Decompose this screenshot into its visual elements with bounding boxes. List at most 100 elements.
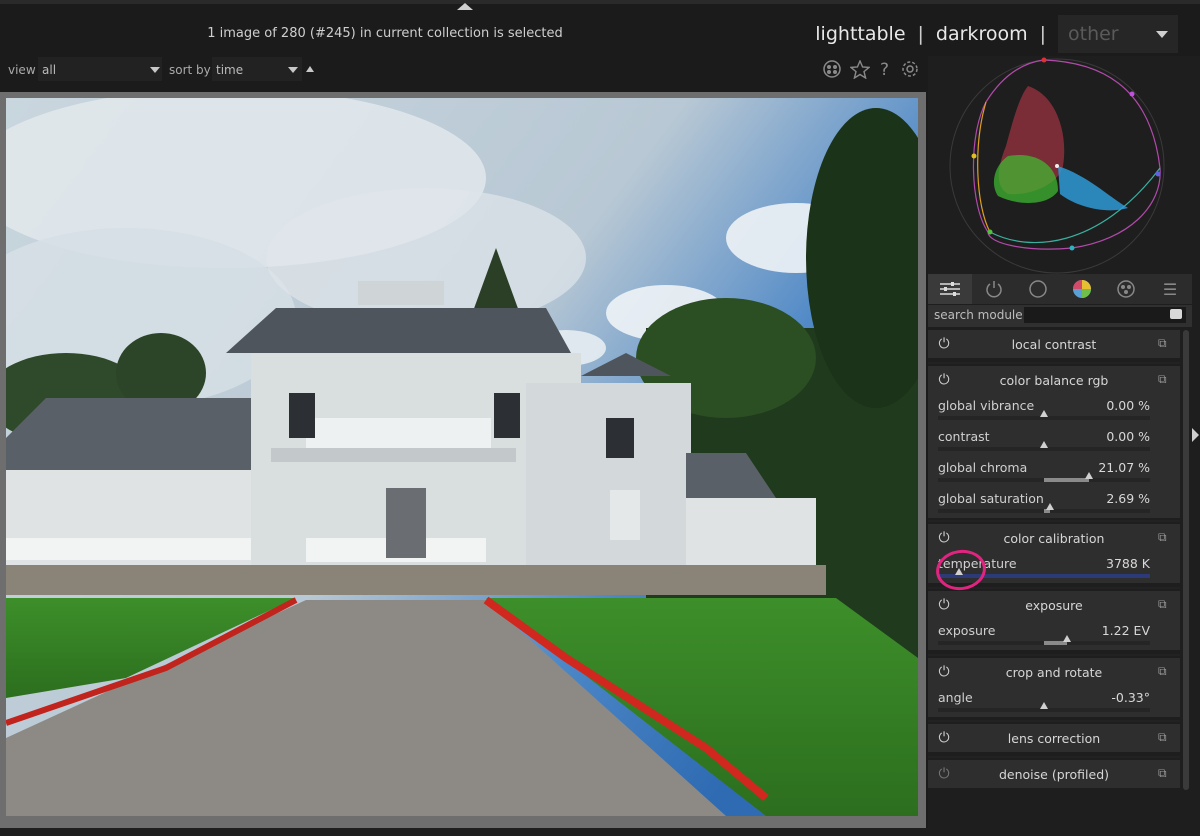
module-divider: [928, 520, 1180, 522]
top-border: [0, 0, 1200, 4]
slider-value[interactable]: 3788 K: [1106, 556, 1150, 571]
slider-track[interactable]: [938, 503, 1150, 513]
slider-value[interactable]: 0.00 %: [1106, 398, 1150, 413]
slider-angle[interactable]: angle -0.33°: [928, 686, 1180, 717]
module-header[interactable]: ⏻ denoise (profiled) ⧉: [928, 760, 1180, 788]
color-labels-icon[interactable]: [823, 60, 841, 82]
module-lens-correction: ⏻ lens correction ⧉: [928, 724, 1180, 752]
preset-icon[interactable]: ⧉: [1158, 597, 1172, 611]
slider-label: global saturation: [938, 491, 1044, 506]
module-header[interactable]: ⏻ local contrast ⧉: [928, 330, 1180, 358]
star-icon[interactable]: [849, 59, 871, 83]
module-divider: [928, 756, 1180, 758]
slider-track[interactable]: [938, 635, 1150, 645]
slider-global-saturation[interactable]: global saturation 2.69 %: [928, 487, 1180, 518]
module-divider: [928, 362, 1180, 364]
chevron-down-icon: [1156, 30, 1168, 38]
view-lighttable[interactable]: lighttable: [815, 23, 905, 45]
preset-icon[interactable]: ⧉: [1158, 766, 1172, 780]
help-icon[interactable]: ?: [880, 60, 889, 80]
color-icon[interactable]: [1060, 274, 1104, 304]
module-divider: [928, 720, 1180, 722]
slider-thumb[interactable]: [1040, 410, 1048, 417]
search-module-label: search module: [934, 308, 1023, 322]
slider-label: global vibrance: [938, 398, 1035, 413]
power-icon[interactable]: [972, 274, 1016, 304]
view-switcher: lighttable | darkroom | other: [815, 14, 1178, 54]
view-separator: |: [917, 23, 924, 45]
slider-label: angle: [938, 690, 973, 705]
module-title: color balance rgb: [999, 373, 1109, 388]
selection-status: 1 image of 280 (#245) in current collect…: [207, 26, 563, 41]
sort-ascending-icon[interactable]: [306, 66, 314, 72]
module-denoise-profiled: ⏻ denoise (profiled) ⧉: [928, 760, 1180, 788]
main-photo[interactable]: [6, 98, 918, 816]
top-panel-toggle-icon[interactable]: [457, 3, 473, 10]
slider-value[interactable]: 1.22 EV: [1102, 623, 1150, 638]
module-header[interactable]: ⏻ exposure ⧉: [928, 591, 1180, 619]
module-exposure: ⏻ exposure ⧉ exposure 1.22 EV: [928, 591, 1180, 650]
effects-icon[interactable]: [1104, 274, 1148, 304]
active-modules-icon[interactable]: [928, 274, 972, 304]
view-other-dropdown[interactable]: other: [1058, 15, 1178, 53]
gear-icon[interactable]: [901, 60, 919, 82]
module-divider: [928, 654, 1180, 656]
vectorscope: [928, 56, 1192, 274]
chevron-down-icon[interactable]: [150, 67, 160, 73]
slider-track[interactable]: [938, 472, 1150, 482]
preset-icon[interactable]: ⧉: [1158, 664, 1172, 678]
sort-by-label: sort by: [169, 63, 211, 77]
slider-label: contrast: [938, 429, 990, 444]
base-icon[interactable]: [1016, 274, 1060, 304]
module-crop-and-rotate: ⏻ crop and rotate ⧉ angle -0.33°: [928, 658, 1180, 717]
preset-icon[interactable]: ⧉: [1158, 336, 1172, 350]
slider-value[interactable]: 21.07 %: [1098, 460, 1150, 475]
slider-track[interactable]: [938, 410, 1150, 420]
view-other: other: [1068, 23, 1119, 45]
slider-thumb[interactable]: [1040, 702, 1048, 709]
module-header[interactable]: ⏻ crop and rotate ⧉: [928, 658, 1180, 686]
module-local-contrast: ⏻ local contrast ⧉: [928, 330, 1180, 358]
view-separator: |: [1039, 23, 1046, 45]
module-header[interactable]: ⏻ lens correction ⧉: [928, 724, 1180, 752]
module-header[interactable]: ⏻ color balance rgb ⧉: [928, 366, 1180, 394]
slider-label: global chroma: [938, 460, 1028, 475]
module-header[interactable]: ⏻ color calibration ⧉: [928, 524, 1180, 552]
slider-global-chroma[interactable]: global chroma 21.07 %: [928, 456, 1180, 487]
view-filter-select[interactable]: [38, 57, 162, 81]
module-title: lens correction: [1007, 731, 1101, 746]
menu-icon[interactable]: ☰: [1148, 274, 1192, 304]
module-title: exposure: [1025, 598, 1083, 613]
view-filter-value: all: [42, 63, 57, 77]
preset-icon[interactable]: ⧉: [1158, 372, 1172, 386]
slider-value[interactable]: -0.33°: [1111, 690, 1150, 705]
search-module-input[interactable]: [1024, 307, 1186, 323]
module-scrollbar[interactable]: [1183, 330, 1189, 790]
slider-contrast[interactable]: contrast 0.00 %: [928, 425, 1180, 456]
slider-label: exposure: [938, 623, 996, 638]
slider-value[interactable]: 0.00 %: [1106, 429, 1150, 444]
view-darkroom[interactable]: darkroom: [936, 23, 1028, 45]
slider-track[interactable]: [938, 702, 1150, 712]
module-title: local contrast: [1011, 337, 1097, 352]
slider-value[interactable]: 2.69 %: [1106, 491, 1150, 506]
right-panel-toggle-icon[interactable]: [1192, 428, 1199, 442]
module-title: color calibration: [1003, 531, 1105, 546]
chevron-down-icon[interactable]: [288, 67, 298, 73]
module-title: crop and rotate: [1005, 665, 1103, 680]
slider-thumb[interactable]: [1084, 472, 1093, 479]
slider-thumb[interactable]: [1040, 441, 1048, 448]
clear-search-icon[interactable]: [1170, 309, 1182, 319]
slider-global-vibrance[interactable]: global vibrance 0.00 %: [928, 394, 1180, 425]
view-filter-label: view: [8, 63, 36, 77]
slider-thumb[interactable]: [1063, 635, 1072, 642]
slider-fill: [1044, 478, 1089, 482]
preset-icon[interactable]: ⧉: [1158, 730, 1172, 744]
slider-track[interactable]: [938, 441, 1150, 451]
module-color-balance-rgb: ⏻ color balance rgb ⧉ global vibrance 0.…: [928, 366, 1180, 518]
module-title: denoise (profiled): [998, 767, 1110, 782]
slider-exposure[interactable]: exposure 1.22 EV: [928, 619, 1180, 650]
preset-icon[interactable]: ⧉: [1158, 530, 1172, 544]
module-group-tabs: ☰: [928, 274, 1192, 304]
slider-thumb[interactable]: [1046, 503, 1055, 510]
